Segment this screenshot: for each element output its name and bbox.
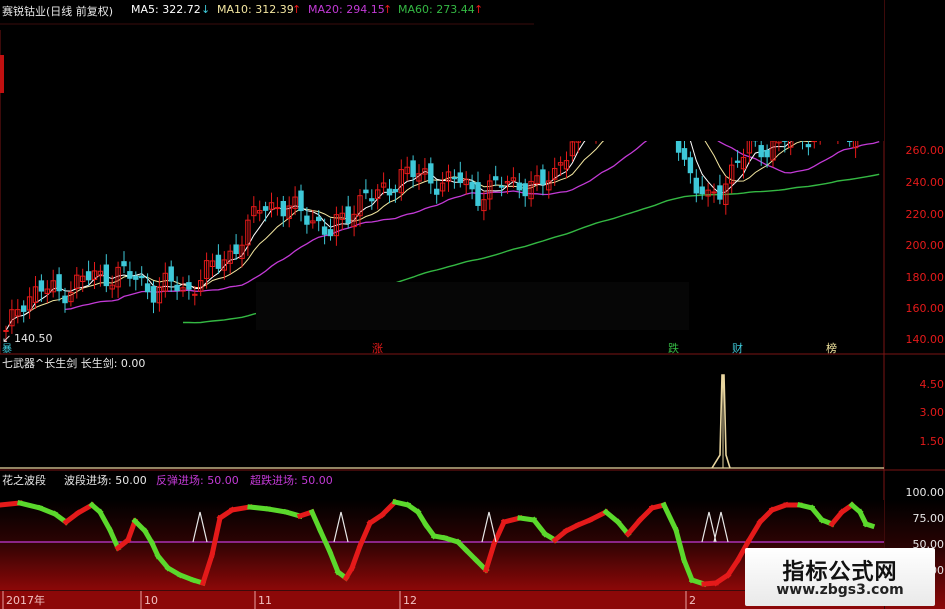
x-tick: 11 bbox=[258, 594, 272, 607]
candle-body bbox=[150, 286, 157, 303]
watermark-url: www.zbgs3.com bbox=[776, 582, 904, 598]
candle-body bbox=[174, 284, 180, 291]
event-label-fall[interactable]: 跌 bbox=[668, 341, 679, 355]
candle-body bbox=[475, 182, 481, 206]
candle-body bbox=[316, 216, 322, 222]
y-tick: 75.00 bbox=[913, 512, 945, 525]
candle-body bbox=[38, 280, 45, 292]
candle-body bbox=[386, 188, 393, 196]
x-tick: 12 bbox=[403, 594, 417, 607]
x-tick: 2 bbox=[689, 594, 696, 607]
candle-body bbox=[758, 145, 764, 158]
y-tick: 140.00 bbox=[906, 333, 945, 346]
candle-body bbox=[144, 283, 151, 293]
candle-body bbox=[516, 182, 522, 191]
candle-body bbox=[540, 169, 546, 185]
candle-body bbox=[280, 200, 287, 217]
candle-body bbox=[434, 188, 440, 195]
candle-body bbox=[133, 275, 139, 280]
candle-body bbox=[298, 190, 304, 212]
watermark-badge: 指标公式网 www.zbgs3.com bbox=[745, 548, 935, 606]
event-left-label: 暴 bbox=[2, 343, 12, 355]
stock-chart-window: 赛锐钴业(日线 前复权) MA5: 322.72 ↓ MA10: 312.39 … bbox=[0, 0, 945, 609]
chart-canvas[interactable]: 260.00 240.00 220.00 200.00 180.00 160.0… bbox=[0, 0, 945, 609]
candle-body bbox=[699, 186, 705, 195]
wave-segment bbox=[229, 504, 253, 513]
event-label-rise[interactable]: 涨 bbox=[372, 342, 383, 355]
candle-body bbox=[327, 229, 334, 237]
candle-body bbox=[410, 160, 416, 178]
panel3-label-oversold-entry: 超跌进场: 50.00 bbox=[250, 473, 333, 487]
y-tick: 240.00 bbox=[906, 176, 945, 189]
main-y-axis: 260.00 240.00 220.00 200.00 180.00 160.0… bbox=[906, 144, 945, 346]
candle-body bbox=[493, 176, 499, 181]
candle-body bbox=[304, 215, 310, 225]
y-tick: 180.00 bbox=[906, 271, 945, 284]
candle-body bbox=[262, 206, 269, 211]
panel2-title: 七武器^长生剑 长生剑: 0.00 bbox=[2, 356, 145, 370]
candle-body bbox=[469, 181, 475, 190]
event-label-list[interactable]: 榜 bbox=[826, 341, 837, 355]
y-tick: 260.00 bbox=[906, 144, 945, 157]
candle-body bbox=[369, 198, 375, 202]
candle-body bbox=[186, 282, 192, 290]
candle-body bbox=[522, 183, 528, 197]
wave-segment bbox=[265, 506, 289, 515]
candle-body bbox=[274, 207, 281, 210]
wave-segment bbox=[862, 520, 876, 530]
candle-body bbox=[687, 157, 694, 174]
y-tick: 100.00 bbox=[906, 486, 945, 499]
candle-body bbox=[56, 274, 62, 292]
candle-body bbox=[451, 177, 458, 180]
y-tick: 160.00 bbox=[906, 302, 945, 315]
candle-body bbox=[498, 185, 505, 188]
redaction-block bbox=[534, 0, 884, 141]
candle-body bbox=[168, 266, 174, 282]
candle-body bbox=[428, 163, 434, 184]
candle-body bbox=[717, 185, 723, 200]
redaction-block bbox=[256, 282, 689, 330]
candle-body bbox=[85, 271, 92, 281]
low-price-label: 140.50 bbox=[14, 332, 53, 345]
candle-body bbox=[139, 275, 145, 279]
candle-body bbox=[103, 264, 109, 287]
x-tick: 10 bbox=[144, 594, 158, 607]
candle-body bbox=[215, 254, 222, 269]
candle-body bbox=[127, 271, 133, 279]
y-tick: 1.50 bbox=[920, 435, 945, 448]
candle-body bbox=[734, 160, 741, 163]
panel2-spike bbox=[711, 374, 731, 469]
panel3-label-wave-entry: 波段进场: 50.00 bbox=[64, 473, 147, 487]
y-tick: 220.00 bbox=[906, 208, 945, 221]
panel3-title: 花之波段 bbox=[2, 473, 46, 487]
candle-body bbox=[693, 177, 699, 194]
panel3-label-rebound-entry: 反弹进场: 50.00 bbox=[156, 473, 239, 487]
candle-body bbox=[321, 226, 328, 235]
candle-body bbox=[805, 144, 812, 148]
candle-body bbox=[121, 261, 127, 267]
candle-body bbox=[363, 189, 369, 194]
event-label-finance[interactable]: 财 bbox=[732, 341, 743, 355]
y-tick: 3.00 bbox=[920, 406, 945, 419]
candle-body bbox=[233, 244, 239, 255]
candle-body bbox=[21, 305, 27, 312]
x-tick: 2017年 bbox=[6, 593, 45, 607]
y-tick: 200.00 bbox=[906, 239, 945, 252]
candle-body bbox=[345, 206, 351, 224]
wave-segment bbox=[247, 504, 271, 512]
candle-body bbox=[764, 149, 770, 158]
y-tick: 4.50 bbox=[920, 378, 945, 391]
ma20-line bbox=[64, 122, 880, 311]
candle-body bbox=[681, 148, 688, 160]
candle-body bbox=[62, 295, 68, 304]
panel2-y-axis: 4.50 3.00 1.50 bbox=[920, 378, 945, 448]
candle-body bbox=[457, 172, 464, 184]
candle-body bbox=[392, 189, 399, 193]
